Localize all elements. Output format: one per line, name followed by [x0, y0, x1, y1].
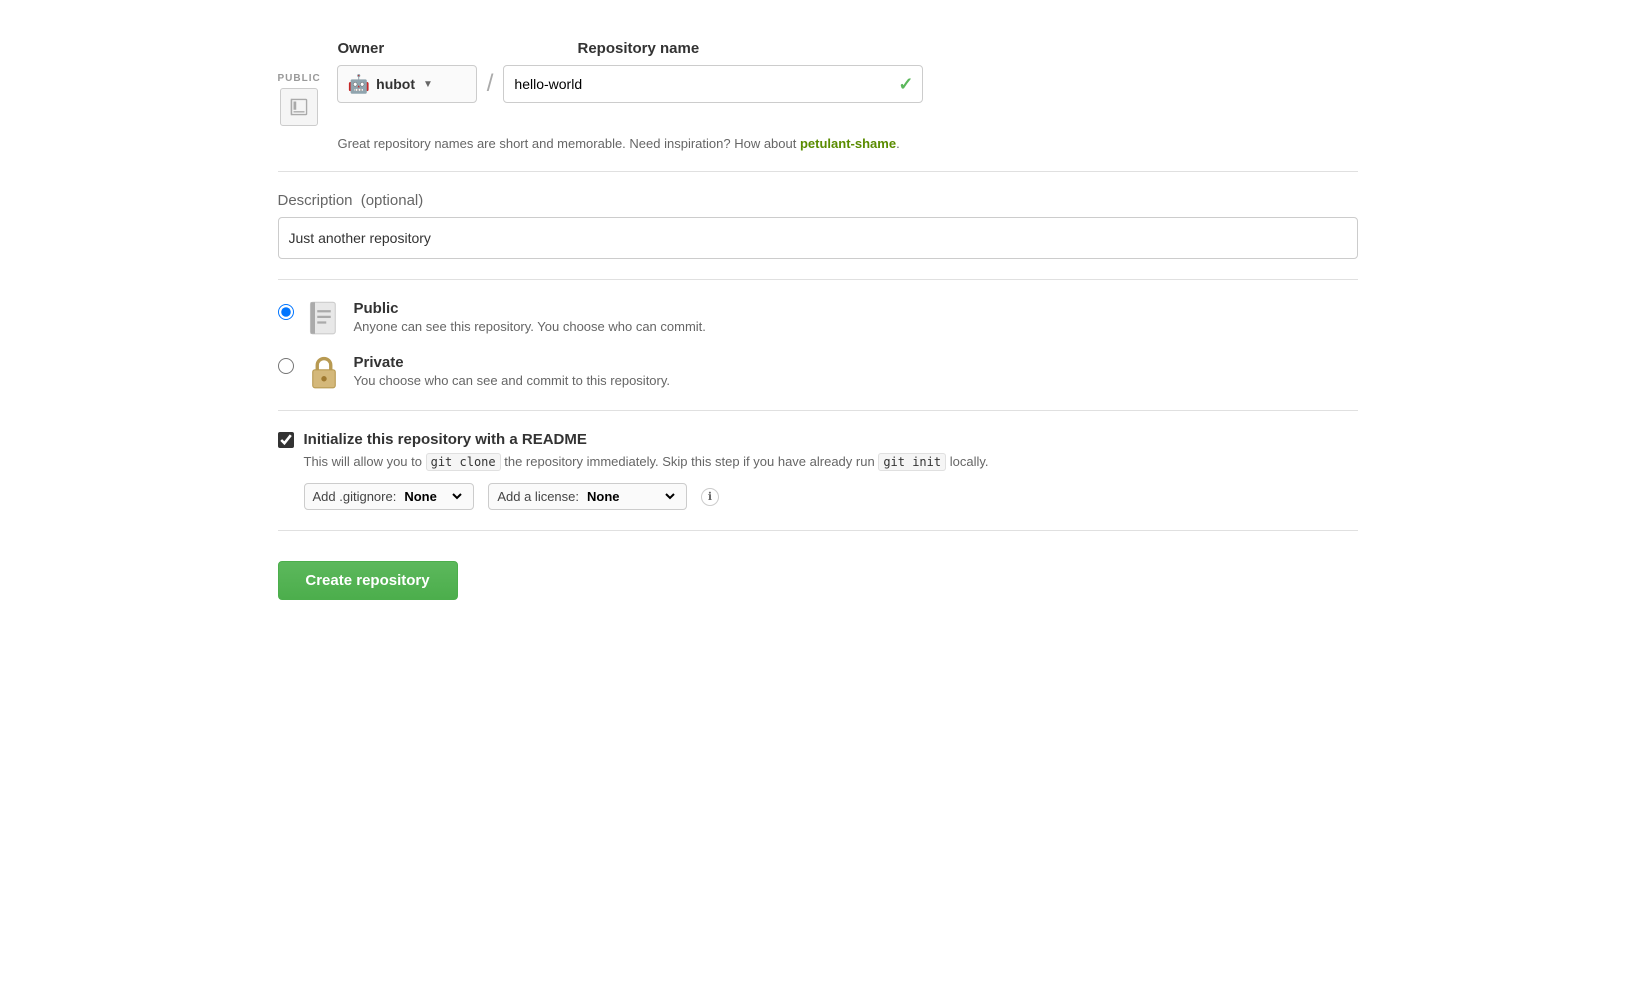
private-option: Private You choose who can see and commi… — [278, 354, 1358, 390]
chevron-down-icon: ▼ — [423, 79, 433, 90]
initialize-row: Initialize this repository with a README — [278, 431, 1358, 448]
description-label: Description (optional) — [278, 192, 1358, 209]
gitignore-select[interactable]: None Python Node Java Ruby — [400, 488, 465, 505]
section-divider-4 — [278, 530, 1358, 531]
public-title: Public — [354, 300, 706, 317]
private-radio[interactable] — [278, 358, 294, 374]
public-desc: Anyone can see this repository. You choo… — [354, 319, 706, 334]
initialize-section: Initialize this repository with a README… — [278, 431, 1358, 510]
repo-icon-box — [280, 88, 318, 126]
slash-divider: / — [477, 65, 504, 103]
page-container: Owner Repository name PUBLIC 🤖 hubot ▼ / — [218, 0, 1418, 640]
license-label: Add a license: — [497, 489, 579, 504]
public-text: PUBLIC — [278, 73, 321, 84]
init-readme-desc: This will allow you to git clone the rep… — [304, 454, 1358, 469]
init-readme-label[interactable]: Initialize this repository with a README — [304, 431, 587, 448]
owner-name: hubot — [376, 76, 415, 92]
section-divider-3 — [278, 410, 1358, 411]
section-divider-2 — [278, 279, 1358, 280]
public-radio[interactable] — [278, 304, 294, 320]
lock-private-icon — [306, 354, 342, 390]
book-public-icon — [306, 300, 342, 336]
private-title: Private — [354, 354, 671, 371]
create-repository-button[interactable]: Create repository — [278, 561, 458, 600]
license-info-icon[interactable]: ℹ — [701, 488, 719, 506]
section-divider-1 — [278, 171, 1358, 172]
suggestion-link[interactable]: petulant-shame — [800, 136, 896, 151]
repo-name-wrapper: ✓ — [503, 65, 923, 103]
public-option: Public Anyone can see this repository. Y… — [278, 300, 1358, 336]
owner-avatar-emoji: 🤖 — [348, 74, 370, 95]
hint-text: Great repository names are short and mem… — [338, 136, 1358, 151]
checkmark-icon: ✓ — [898, 74, 913, 95]
public-badge: PUBLIC — [278, 73, 321, 126]
private-desc: You choose who can see and commit to thi… — [354, 373, 671, 388]
license-dropdown-wrapper[interactable]: Add a license: None MIT License Apache 2… — [488, 483, 687, 510]
license-select[interactable]: None MIT License Apache 2.0 GPL v3 — [583, 488, 678, 505]
init-readme-checkbox[interactable] — [278, 432, 294, 448]
dropdowns-row: Add .gitignore: None Python Node Java Ru… — [304, 483, 1358, 510]
repo-name-label: Repository name — [578, 40, 700, 57]
public-label-group: Public Anyone can see this repository. Y… — [354, 300, 706, 334]
owner-dropdown[interactable]: 🤖 hubot ▼ — [337, 65, 477, 103]
visibility-section: Public Anyone can see this repository. Y… — [278, 300, 1358, 390]
book-icon — [288, 96, 310, 118]
description-input[interactable] — [278, 217, 1358, 259]
repo-name-input[interactable] — [503, 65, 923, 103]
gitignore-dropdown-wrapper[interactable]: Add .gitignore: None Python Node Java Ru… — [304, 483, 475, 510]
owner-label: Owner — [338, 40, 385, 57]
description-section: Description (optional) — [278, 192, 1358, 259]
gitignore-label: Add .gitignore: — [313, 489, 397, 504]
private-label-group: Private You choose who can see and commi… — [354, 354, 671, 388]
